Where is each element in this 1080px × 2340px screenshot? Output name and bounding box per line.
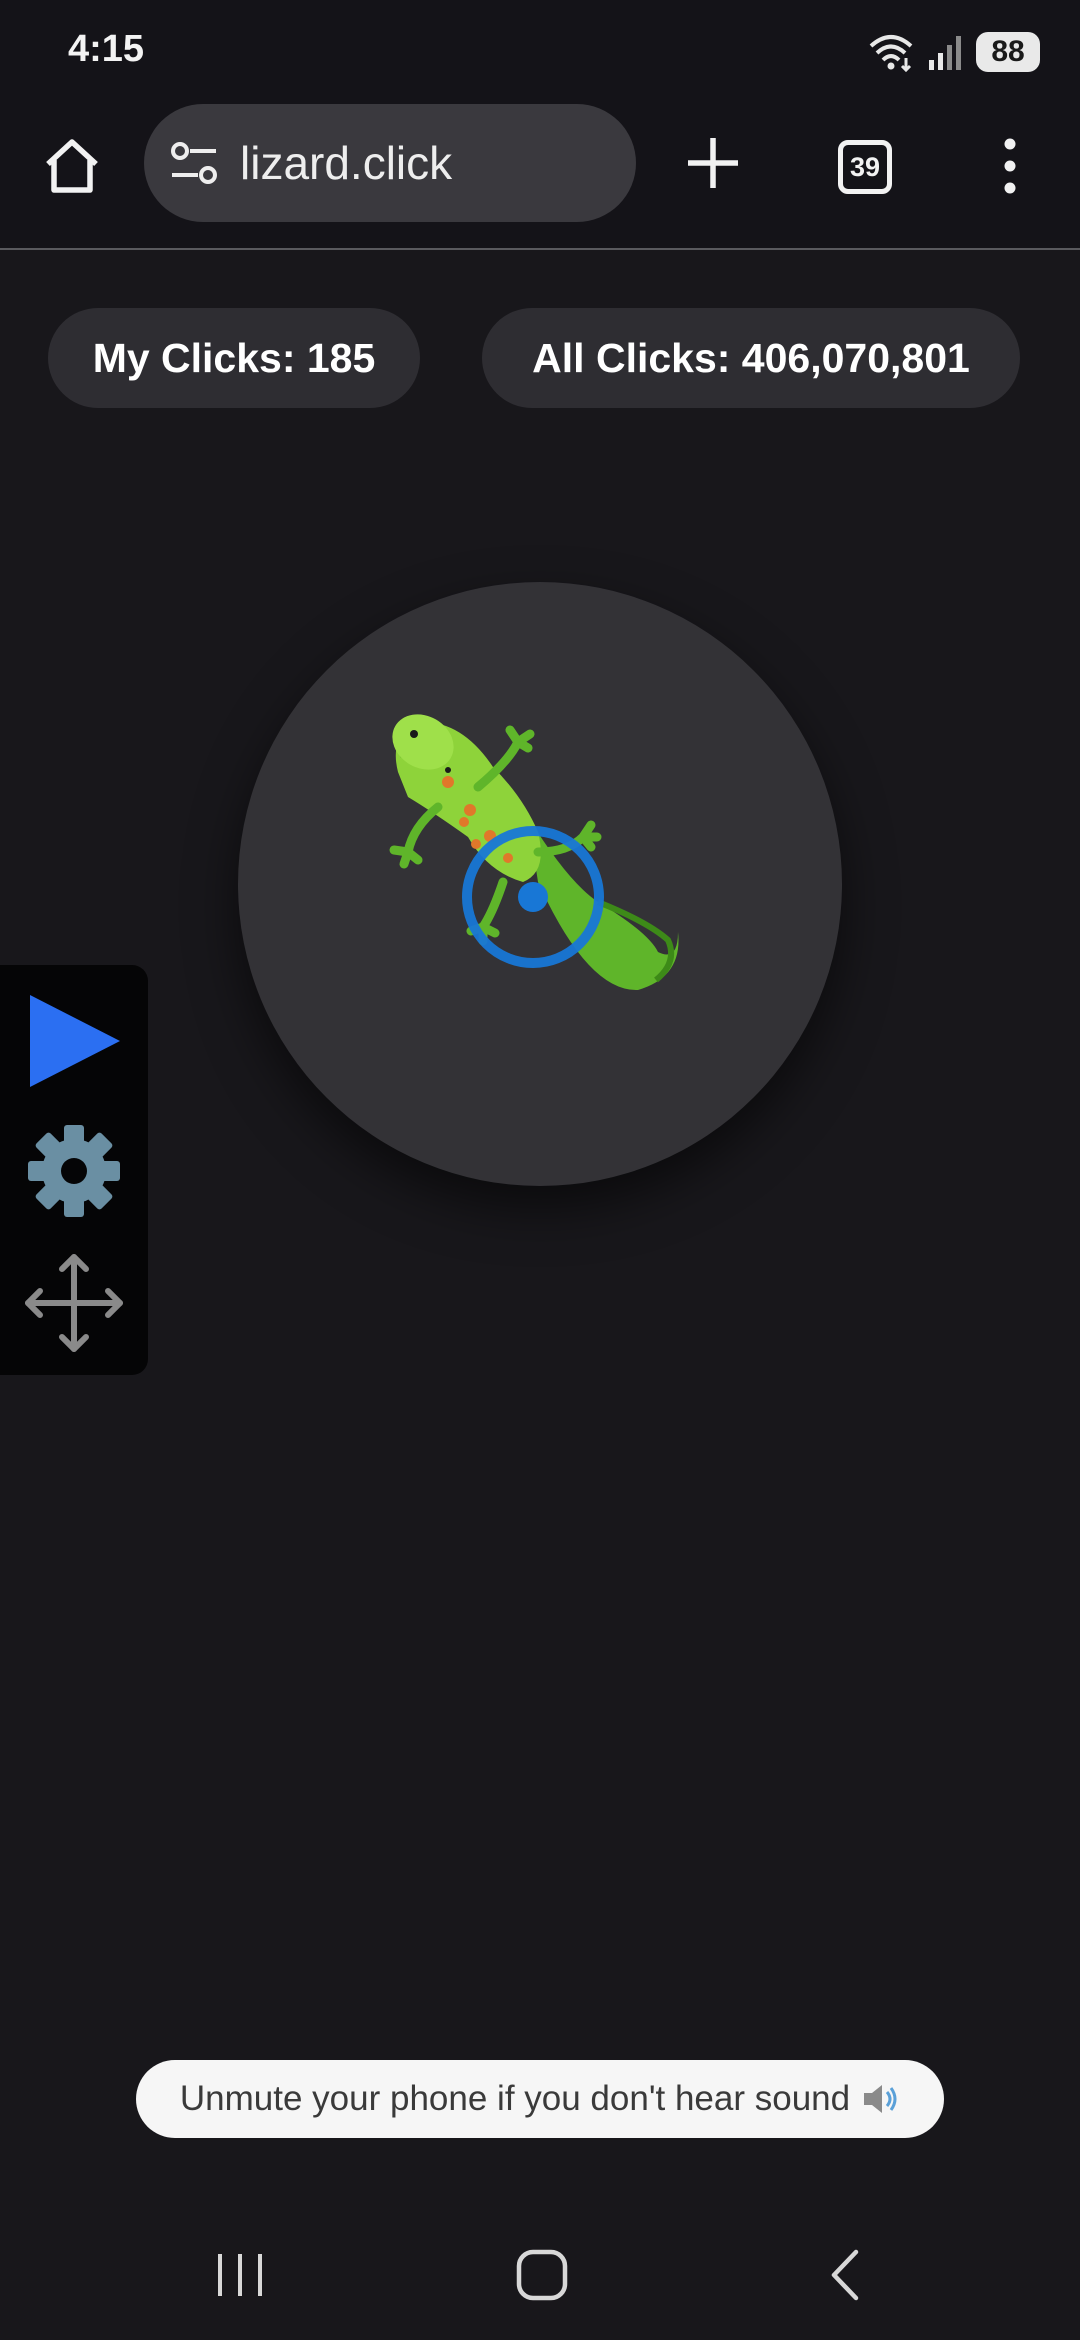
tab-switcher-button[interactable]: 39 xyxy=(838,140,892,194)
browser-toolbar: lizard.click 39 xyxy=(0,104,1080,250)
my-clicks-counter: My Clicks: 185 xyxy=(48,308,420,408)
site-settings-icon[interactable] xyxy=(166,135,222,191)
unmute-toast: Unmute your phone if you don't hear soun… xyxy=(136,2060,944,2138)
wifi-icon xyxy=(869,35,913,72)
lizard-icon xyxy=(389,714,679,991)
status-bar: 4:15 88 xyxy=(0,0,1080,104)
home-nav-icon[interactable] xyxy=(502,2240,582,2310)
lizard-click-button[interactable] xyxy=(238,582,842,1186)
battery-icon: 88 xyxy=(976,32,1040,72)
side-panel xyxy=(0,965,148,1375)
navigation-bar xyxy=(0,2200,1080,2340)
gear-icon[interactable] xyxy=(20,1117,128,1225)
home-icon[interactable] xyxy=(40,134,104,198)
status-icons: 88 xyxy=(868,30,1040,74)
recent-apps-icon[interactable] xyxy=(200,2240,280,2310)
new-tab-icon[interactable] xyxy=(682,132,744,194)
move-icon[interactable] xyxy=(20,1249,128,1357)
signal-icon xyxy=(929,36,961,70)
back-icon[interactable] xyxy=(806,2240,886,2310)
more-menu-icon[interactable] xyxy=(990,134,1030,198)
toast-message: Unmute your phone if you don't hear soun… xyxy=(179,2079,851,2118)
url-text: lizard.click xyxy=(240,137,453,189)
speaker-icon xyxy=(864,2085,897,2113)
play-icon[interactable] xyxy=(20,987,128,1095)
address-bar[interactable]: lizard.click xyxy=(144,104,636,222)
all-clicks-counter: All Clicks: 406,070,801 xyxy=(482,308,1020,408)
status-time: 4:15 xyxy=(68,28,145,70)
